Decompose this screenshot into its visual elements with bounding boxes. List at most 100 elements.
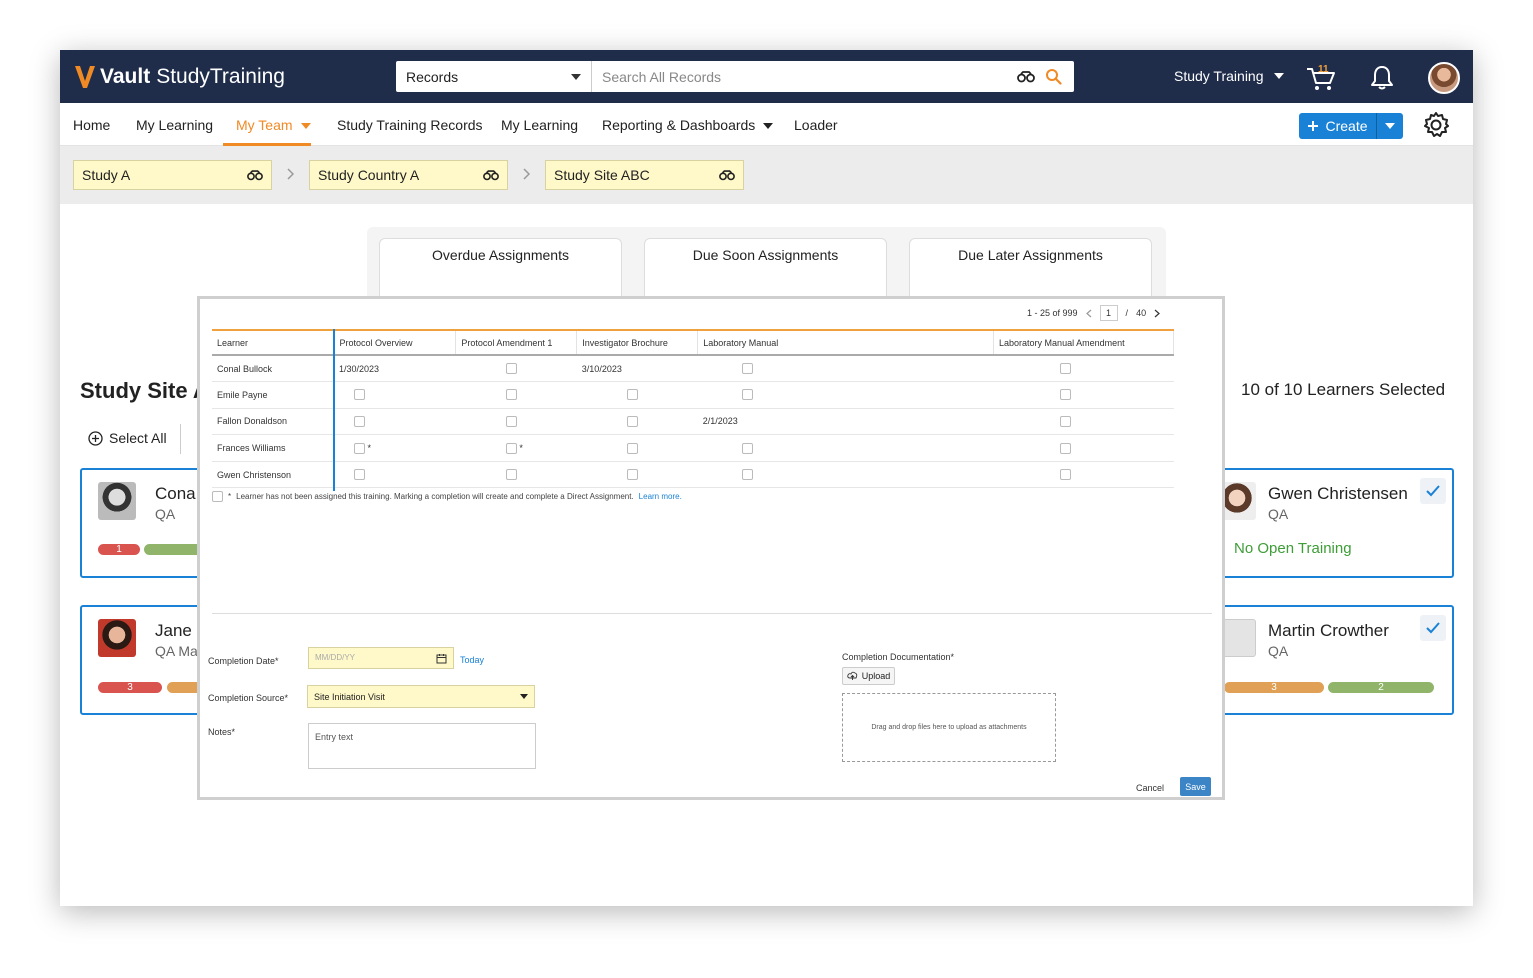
cancel-button[interactable]: Cancel <box>1136 783 1164 793</box>
today-link[interactable]: Today <box>460 655 484 665</box>
binoculars-icon[interactable] <box>719 169 735 181</box>
nav-my-learning[interactable]: My Learning <box>136 117 213 133</box>
notes-textarea[interactable]: Entry text <box>308 723 536 769</box>
check-icon <box>1426 485 1440 497</box>
calendar-icon[interactable] <box>436 653 447 664</box>
column-header-learner: Learner <box>212 331 335 356</box>
create-label: Create <box>1325 118 1368 134</box>
save-button[interactable]: Save <box>1180 777 1211 796</box>
learner-card[interactable]: Gwen Christensen QA No Open Training <box>1200 468 1454 578</box>
learner-name: Gwen Christensen <box>1268 484 1408 503</box>
create-main-button[interactable]: Create <box>1299 113 1377 139</box>
filter-study-site[interactable]: Study Site ABC <box>545 160 744 190</box>
search-scope-select[interactable]: Records <box>396 61 592 92</box>
learner-role: QA Ma <box>155 643 198 659</box>
filter-study-country-value: Study Country A <box>318 167 420 183</box>
completion-checkbox[interactable] <box>505 442 517 454</box>
learner-card[interactable]: Cona QA 1 <box>80 468 210 578</box>
completion-checkbox[interactable] <box>626 469 638 481</box>
completion-checkbox[interactable] <box>353 416 365 428</box>
learn-more-link[interactable]: Learn more. <box>639 492 682 501</box>
completion-checkbox[interactable] <box>1059 469 1071 481</box>
mark-completion-dialog: 1 - 25 of 999 1 / 40 Learner Protocol Ov… <box>197 296 1225 800</box>
pager-page-input[interactable]: 1 <box>1099 305 1118 321</box>
nav-my-team-label: My Team <box>236 117 293 133</box>
upload-button[interactable]: Upload <box>842 667 895 685</box>
learner-card[interactable]: Jane QA Ma 3 <box>80 605 210 715</box>
completion-checkbox[interactable] <box>741 389 753 401</box>
completion-checkbox[interactable] <box>741 469 753 481</box>
grid-frozen-column-divider <box>333 329 335 491</box>
completion-checkbox[interactable] <box>1059 389 1071 401</box>
completion-checkbox[interactable] <box>353 389 365 401</box>
learner-selected-checkbox[interactable] <box>1420 478 1446 504</box>
nav-reporting-dashboards[interactable]: Reporting & Dashboards <box>602 117 774 133</box>
filter-study-country[interactable]: Study Country A <box>309 160 508 190</box>
metric-due-later-label: Due Later Assignments <box>958 247 1103 263</box>
gear-icon[interactable] <box>1422 111 1450 139</box>
learner-selected-checkbox[interactable] <box>1420 615 1446 641</box>
attachment-dropzone[interactable]: Drag and drop files here to upload as at… <box>842 693 1056 762</box>
completion-source-value: Site Initiation Visit <box>314 691 385 702</box>
completion-checkbox[interactable] <box>741 363 753 375</box>
vault-logo[interactable]: Vault StudyTraining <box>74 62 285 92</box>
completion-checkbox[interactable] <box>1059 416 1071 428</box>
binoculars-icon[interactable] <box>483 169 499 181</box>
app-switcher[interactable]: Study Training <box>1174 68 1284 84</box>
page-title: Study Site A <box>80 378 209 403</box>
column-header-laboratory-manual-amendment: Laboratory Manual Amendment <box>993 331 1174 356</box>
context-filter-bar: Study A Study Country A Study Site ABC <box>60 146 1473 204</box>
learner-name: Martin Crowther <box>1268 621 1389 640</box>
filter-study[interactable]: Study A <box>73 160 272 190</box>
metric-overdue-label: Overdue Assignments <box>432 247 569 263</box>
completion-checkbox[interactable] <box>626 416 638 428</box>
learner-name-cell: Frances Williams <box>212 434 334 462</box>
create-dropdown-button[interactable] <box>1377 113 1403 139</box>
chevron-left-icon[interactable] <box>1085 309 1092 318</box>
completion-checkbox[interactable] <box>505 389 517 401</box>
nav-my-learning-2[interactable]: My Learning <box>501 117 578 133</box>
completion-checkbox[interactable] <box>353 469 365 481</box>
upload-icon <box>847 671 857 680</box>
completion-checkbox[interactable] <box>741 442 753 454</box>
learner-role: QA <box>155 506 176 522</box>
completion-checkbox[interactable] <box>626 442 638 454</box>
completion-checkbox[interactable] <box>353 442 365 454</box>
no-open-training-status: No Open Training <box>1234 540 1352 557</box>
search-icons <box>1017 61 1074 92</box>
bell-icon[interactable] <box>1370 64 1394 90</box>
nav-study-training-records[interactable]: Study Training Records <box>337 117 483 133</box>
nav-home[interactable]: Home <box>73 117 110 133</box>
chevron-right-icon[interactable] <box>1154 309 1160 318</box>
completion-source-select[interactable]: Site Initiation Visit <box>307 685 535 708</box>
user-avatar[interactable] <box>1428 62 1460 94</box>
completion-checkbox[interactable] <box>1059 363 1071 375</box>
completion-checkbox[interactable] <box>1059 442 1071 454</box>
form-divider <box>212 613 1212 614</box>
completion-checkbox[interactable] <box>505 363 517 375</box>
completion-checkbox[interactable] <box>626 389 638 401</box>
avatar <box>98 619 136 657</box>
completion-date-input[interactable]: MM/DD/YY <box>308 647 454 669</box>
learner-name: Jane <box>155 621 192 640</box>
main-nav: Home My Learning My Team Study Training … <box>60 103 1473 146</box>
metric-due-soon-label: Due Soon Assignments <box>692 247 839 263</box>
search-icon[interactable] <box>1045 68 1062 85</box>
learner-name-cell: Gwen Christenson <box>212 461 334 489</box>
binoculars-icon[interactable] <box>247 169 263 181</box>
completion-checkbox[interactable] <box>505 469 517 481</box>
pager-separator: / <box>1125 308 1129 318</box>
grid-header-row: Learner Protocol Overview Protocol Amend… <box>212 331 1174 356</box>
nav-loader[interactable]: Loader <box>794 117 838 133</box>
binoculars-icon[interactable] <box>1017 70 1035 83</box>
chevron-down-icon <box>1273 73 1284 79</box>
plus-icon <box>1308 121 1319 131</box>
nav-my-team[interactable]: My Team <box>236 117 311 133</box>
search-input[interactable] <box>592 61 1017 92</box>
learner-role: QA <box>1268 506 1289 522</box>
date-placeholder: MM/DD/YY <box>315 653 355 662</box>
logo-vault-text: Vault <box>100 65 151 88</box>
select-all-button[interactable]: Select All <box>88 430 167 446</box>
completion-checkbox[interactable] <box>505 416 517 428</box>
learner-card[interactable]: Martin Crowther QA 3 2 <box>1200 605 1454 715</box>
